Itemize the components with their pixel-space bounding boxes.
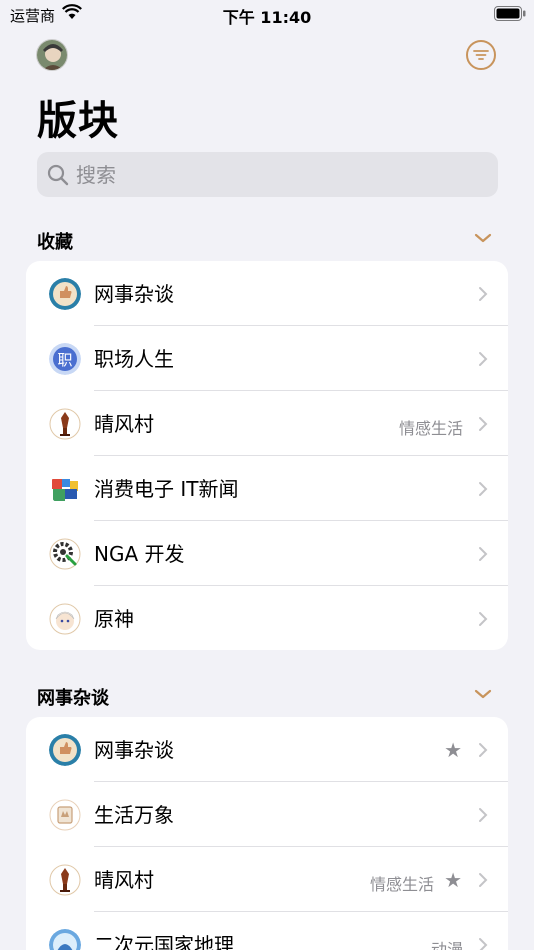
avatar-image-icon — [37, 40, 67, 70]
chevron-right-icon — [479, 547, 488, 561]
list-item-forum[interactable]: 消费电子 IT新闻 — [26, 456, 508, 521]
forum-career-icon: 职 — [49, 343, 81, 375]
battery-icon — [494, 6, 526, 21]
status-bar: 运营商 下午 11:40 — [0, 0, 534, 30]
search-input[interactable] — [76, 162, 476, 187]
forum-village-icon — [49, 864, 81, 896]
favorites-list: 网事杂谈 职 职场人生 晴风村 情感生活 消费电子 IT新闻 NGA 开发 原神 — [26, 261, 508, 650]
forum-list: 网事杂谈 ★ 生活万象 晴风村 情感生活 ★ 二次元国家地理 动漫 — [26, 717, 508, 950]
search-icon — [47, 164, 69, 185]
list-item-forum[interactable]: 职 职场人生 — [26, 326, 508, 391]
page-title: 版块 — [37, 98, 119, 144]
forum-label: 生活万象 — [94, 803, 174, 827]
list-item-forum[interactable]: 网事杂谈 ★ — [26, 717, 508, 782]
forum-label: 晴风村 — [94, 412, 154, 436]
forum-label: 网事杂谈 — [94, 282, 174, 306]
chevron-down-icon[interactable] — [474, 232, 492, 244]
list-item-forum[interactable]: NGA 开发 — [26, 521, 508, 586]
section-header-forum[interactable]: 网事杂谈 — [37, 684, 498, 709]
forum-tag: 动漫 — [430, 940, 463, 950]
forum-thumb-icon — [49, 734, 81, 766]
forum-village-icon — [49, 408, 81, 440]
forum-label: 二次元国家地理 — [94, 933, 234, 950]
forum-label: 晴风村 — [94, 868, 154, 892]
search-bar[interactable] — [37, 152, 498, 197]
chevron-right-icon — [479, 938, 488, 950]
chevron-right-icon — [479, 417, 488, 431]
filter-button[interactable] — [466, 40, 496, 70]
section-title: 网事杂谈 — [37, 688, 109, 709]
forum-gear-icon — [49, 538, 81, 570]
section-header-favorites[interactable]: 收藏 — [37, 228, 498, 253]
list-item-forum[interactable]: 网事杂谈 — [26, 261, 508, 326]
chevron-right-icon — [479, 352, 488, 366]
forum-label: 网事杂谈 — [94, 738, 174, 762]
chevron-right-icon — [479, 873, 488, 887]
section-title: 收藏 — [37, 232, 73, 253]
list-item-forum[interactable]: 二次元国家地理 动漫 — [26, 912, 508, 950]
forum-anime-icon — [49, 929, 81, 950]
forum-label: 职场人生 — [94, 347, 174, 371]
forum-thumb-icon — [49, 278, 81, 310]
chevron-right-icon — [479, 808, 488, 822]
list-item-forum[interactable]: 原神 — [26, 586, 508, 650]
chevron-right-icon — [479, 743, 488, 757]
star-icon[interactable]: ★ — [444, 738, 462, 762]
user-avatar[interactable] — [36, 39, 68, 71]
forum-genshin-icon — [49, 603, 81, 635]
svg-text:职: 职 — [57, 351, 72, 369]
forum-label: 消费电子 IT新闻 — [94, 477, 239, 501]
forum-label: 原神 — [94, 607, 134, 631]
forum-life-icon — [49, 799, 81, 831]
forum-tag: 情感生活 — [398, 419, 463, 438]
filter-icon — [473, 50, 489, 60]
forum-tag: 情感生活 — [369, 875, 434, 894]
star-icon[interactable]: ★ — [444, 868, 462, 892]
list-item-forum[interactable]: 生活万象 — [26, 782, 508, 847]
forum-electronics-icon — [49, 473, 81, 505]
list-item-forum[interactable]: 晴风村 情感生活 ★ — [26, 847, 508, 912]
chevron-right-icon — [479, 287, 488, 301]
chevron-down-icon[interactable] — [474, 688, 492, 700]
clock: 下午 11:40 — [222, 8, 312, 27]
chevron-right-icon — [479, 482, 488, 496]
forum-label: NGA 开发 — [94, 542, 185, 566]
chevron-right-icon — [479, 612, 488, 626]
list-item-forum[interactable]: 晴风村 情感生活 — [26, 391, 508, 456]
